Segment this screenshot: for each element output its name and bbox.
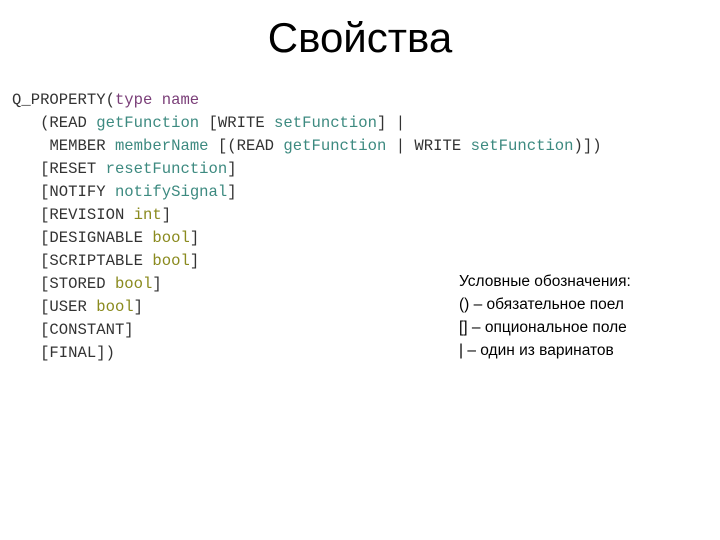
code-token-plain: ] | [376, 114, 406, 132]
code-token-type: bool [152, 229, 190, 247]
code-line: Q_PROPERTY(type name [12, 89, 602, 112]
code-line: [REVISION int] [12, 204, 602, 227]
code-token-plain: [USER [40, 298, 97, 316]
code-line: [RESET resetFunction] [12, 158, 602, 181]
legend-heading: Условные обозначения: [459, 273, 631, 290]
code-token-fn: setFunction [274, 114, 377, 132]
slide-title: Свойства [267, 14, 453, 61]
code-token-plain: )]) [573, 137, 602, 155]
code-line: MEMBER memberName [(READ getFunction | W… [12, 135, 602, 158]
code-token-plain: ] [227, 183, 237, 201]
code-token-plain: (READ [40, 114, 97, 132]
code-token-plain: ] [152, 275, 162, 293]
code-token-plain: [STORED [40, 275, 115, 293]
legend-item-optional: [] – опциональное поле [459, 319, 627, 336]
code-token-type: int [133, 206, 162, 224]
code-token-plain: [(READ [208, 137, 284, 155]
code-token-plain: [REVISION [40, 206, 134, 224]
code-token-kw: type name [114, 91, 200, 109]
code-line: [NOTIFY notifySignal] [12, 181, 602, 204]
code-token-plain: [FINAL]) [40, 344, 115, 362]
legend-item-alternative: | – один из варинатов [459, 342, 614, 359]
code-token-fn: setFunction [470, 137, 574, 155]
code-token-plain: [RESET [40, 160, 106, 178]
code-token-plain: [DESIGNABLE [40, 229, 153, 247]
code-token-type: bool [96, 298, 134, 316]
code-token-fn: getFunction [283, 137, 387, 155]
code-token-plain: ] [161, 206, 172, 224]
code-token-plain: | WRITE [386, 137, 471, 155]
code-token-plain: [SCRIPTABLE [40, 252, 153, 270]
code-token-plain: Q_PROPERTY( [12, 91, 115, 109]
code-token-fn: memberName [114, 137, 209, 155]
code-line: [DESIGNABLE bool] [12, 227, 602, 250]
code-token-type: bool [114, 275, 153, 293]
code-token-plain: MEMBER [49, 137, 115, 155]
legend: Условные обозначения: () – обязательное … [459, 270, 631, 362]
code-token-fn: notifySignal [114, 183, 228, 201]
code-token-plain: ] [189, 229, 200, 247]
legend-item-required: () – обязательное поел [459, 296, 624, 313]
code-token-plain: ] [227, 160, 237, 178]
code-token-plain: ] [189, 252, 200, 270]
code-token-fn: getFunction [96, 114, 200, 132]
code-token-fn: resetFunction [105, 160, 228, 178]
code-token-plain: [WRITE [199, 114, 275, 132]
code-line: (READ getFunction [WRITE setFunction] | [12, 112, 602, 135]
code-token-plain: ] [133, 298, 144, 316]
code-token-plain: [CONSTANT] [40, 321, 134, 339]
code-token-type: bool [152, 252, 190, 270]
code-token-plain: [NOTIFY [40, 183, 115, 201]
